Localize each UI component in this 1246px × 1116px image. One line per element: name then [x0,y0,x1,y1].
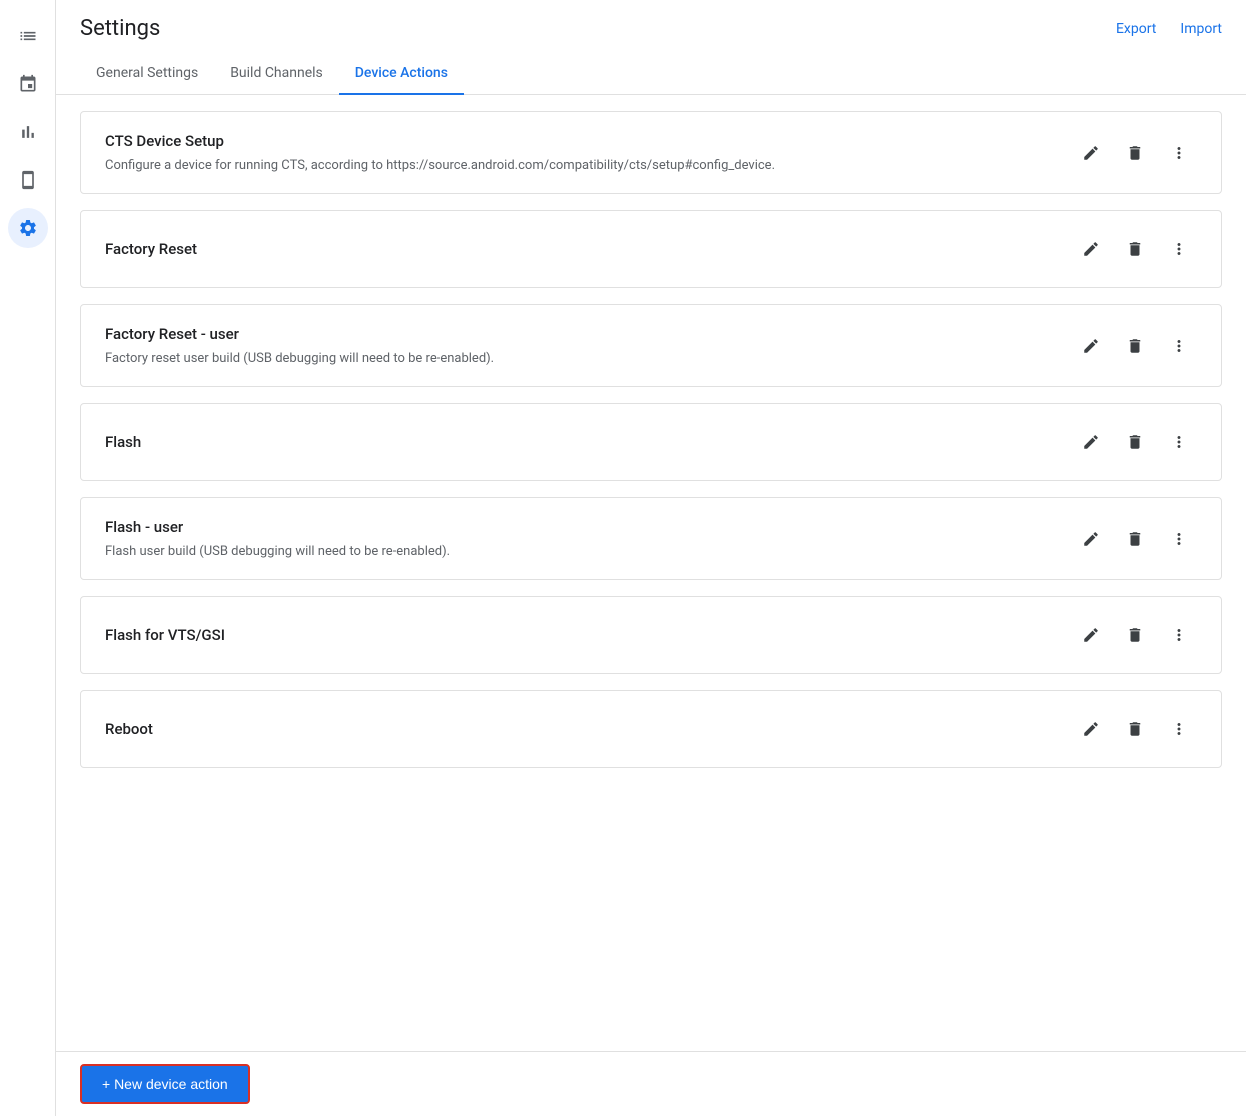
chart-icon [18,122,38,142]
action-buttons [1073,711,1197,747]
delete-button[interactable] [1117,521,1153,557]
tabs-bar: General Settings Build Channels Device A… [56,53,1246,95]
edit-button[interactable] [1073,135,1109,171]
more-button[interactable] [1161,424,1197,460]
action-buttons [1073,424,1197,460]
action-card-factory-reset: Factory Reset [80,210,1222,288]
action-card-flash-vts-gsi: Flash for VTS/GSI [80,596,1222,674]
new-device-action-button[interactable]: + New device action [80,1064,250,1104]
more-vert-icon [1170,530,1188,548]
action-name: Flash for VTS/GSI [105,626,225,644]
action-card-header: Factory Reset [105,231,1197,267]
delete-icon [1126,530,1144,548]
import-link[interactable]: Import [1180,21,1222,37]
action-buttons [1073,231,1197,267]
page-header: Settings Export Import [56,0,1246,41]
action-buttons [1073,135,1197,171]
more-button[interactable] [1161,135,1197,171]
sidebar-item-settings[interactable] [8,208,48,248]
action-buttons [1073,617,1197,653]
action-card-header: Flash - user Flash user build (USB debug… [105,518,1197,559]
edit-icon [1082,433,1100,451]
more-vert-icon [1170,337,1188,355]
more-button[interactable] [1161,711,1197,747]
edit-icon [1082,530,1100,548]
action-card-header: Flash for VTS/GSI [105,617,1197,653]
action-name: Flash - user [105,518,450,536]
action-desc: Factory reset user build (USB debugging … [105,351,494,366]
delete-icon [1126,433,1144,451]
more-button[interactable] [1161,328,1197,364]
more-vert-icon [1170,626,1188,644]
bottom-bar: + New device action [56,1051,1246,1116]
edit-icon [1082,337,1100,355]
more-vert-icon [1170,720,1188,738]
delete-button[interactable] [1117,424,1153,460]
action-card-header: Factory Reset - user Factory reset user … [105,325,1197,366]
action-card-header: Reboot [105,711,1197,747]
delete-icon [1126,240,1144,258]
action-card-factory-reset-user: Factory Reset - user Factory reset user … [80,304,1222,387]
edit-icon [1082,626,1100,644]
edit-button[interactable] [1073,711,1109,747]
more-button[interactable] [1161,521,1197,557]
edit-icon [1082,144,1100,162]
delete-icon [1126,337,1144,355]
action-card-flash-user: Flash - user Flash user build (USB debug… [80,497,1222,580]
edit-button[interactable] [1073,328,1109,364]
tab-device-actions[interactable]: Device Actions [339,53,464,95]
action-buttons [1073,328,1197,364]
delete-button[interactable] [1117,711,1153,747]
edit-icon [1082,240,1100,258]
more-vert-icon [1170,433,1188,451]
calendar-icon [18,74,38,94]
delete-button[interactable] [1117,231,1153,267]
action-name: Factory Reset [105,240,197,258]
more-button[interactable] [1161,617,1197,653]
delete-button[interactable] [1117,135,1153,171]
delete-button[interactable] [1117,328,1153,364]
more-button[interactable] [1161,231,1197,267]
delete-icon [1126,144,1144,162]
action-card-header: CTS Device Setup Configure a device for … [105,132,1197,173]
action-name: Reboot [105,720,153,738]
edit-button[interactable] [1073,231,1109,267]
action-desc: Configure a device for running CTS, acco… [105,158,775,173]
action-buttons [1073,521,1197,557]
action-card-header: Flash [105,424,1197,460]
sidebar [0,0,56,1116]
settings-icon [18,218,38,238]
action-name: Flash [105,433,141,451]
sidebar-item-phone[interactable] [8,160,48,200]
more-vert-icon [1170,240,1188,258]
main-content: Settings Export Import General Settings … [56,0,1246,1116]
sidebar-item-list[interactable] [8,16,48,56]
sidebar-item-chart[interactable] [8,112,48,152]
sidebar-item-calendar[interactable] [8,64,48,104]
action-card-flash: Flash [80,403,1222,481]
edit-button[interactable] [1073,617,1109,653]
header-actions: Export Import [1116,21,1222,37]
edit-icon [1082,720,1100,738]
edit-button[interactable] [1073,424,1109,460]
action-name: Factory Reset - user [105,325,494,343]
tab-general-settings[interactable]: General Settings [80,53,214,95]
page-title: Settings [80,16,160,41]
list-icon [18,26,38,46]
delete-button[interactable] [1117,617,1153,653]
delete-icon [1126,626,1144,644]
export-link[interactable]: Export [1116,21,1156,37]
phone-icon [18,170,38,190]
action-card-reboot: Reboot [80,690,1222,768]
edit-button[interactable] [1073,521,1109,557]
delete-icon [1126,720,1144,738]
more-vert-icon [1170,144,1188,162]
tab-build-channels[interactable]: Build Channels [214,53,339,95]
content-area: CTS Device Setup Configure a device for … [56,95,1246,1116]
action-name: CTS Device Setup [105,132,775,150]
action-card-cts-device-setup: CTS Device Setup Configure a device for … [80,111,1222,194]
action-desc: Flash user build (USB debugging will nee… [105,544,450,559]
